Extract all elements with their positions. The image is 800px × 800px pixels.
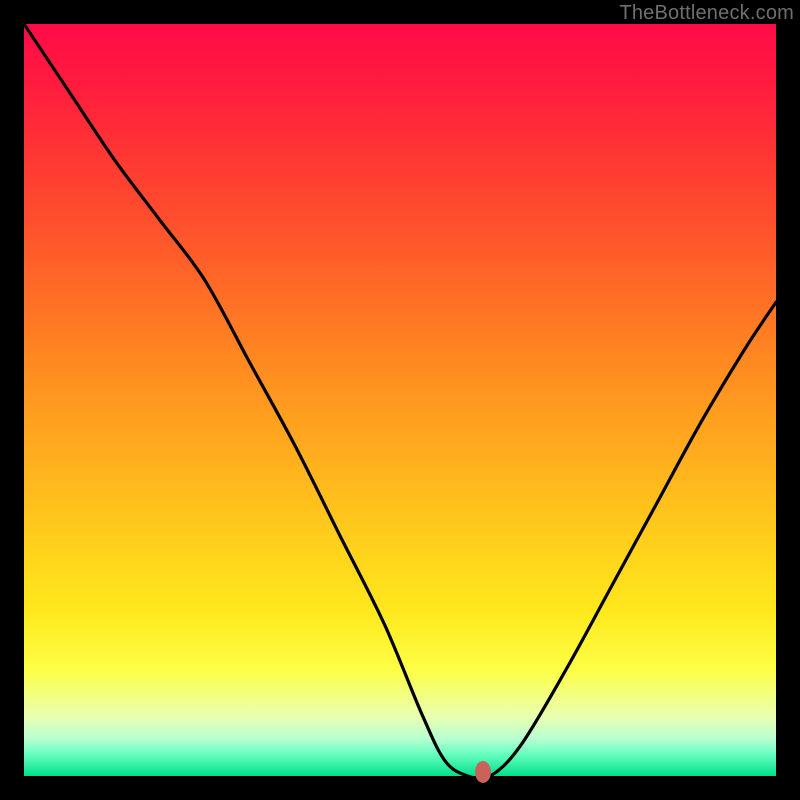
- bottleneck-curve: [24, 24, 776, 776]
- chart-frame: TheBottleneck.com: [0, 0, 800, 800]
- optimum-marker: [475, 761, 491, 783]
- plot-area: [24, 24, 776, 776]
- watermark-text: TheBottleneck.com: [619, 2, 794, 25]
